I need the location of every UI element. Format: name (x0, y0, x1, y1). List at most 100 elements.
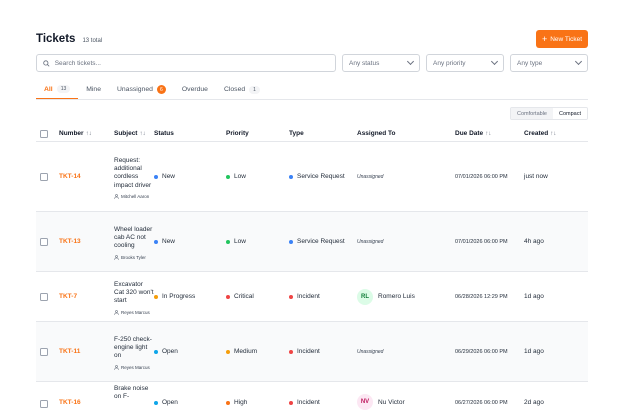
column-header-number[interactable]: Number ↑↓ (59, 130, 114, 137)
priority-filter[interactable]: Any priority (426, 54, 504, 72)
table-header-row: Number ↑↓ Subject ↑↓ Status Priority Type … (36, 126, 588, 142)
created-time: 2d ago (524, 399, 544, 406)
column-header-assigned: Assigned To (357, 130, 455, 137)
due-date: 07/01/2026 06:00 PM (455, 239, 508, 245)
ticket-subject: Request: additional cordless impact driv… (114, 156, 152, 189)
priority-dot (226, 349, 230, 354)
requester-name: Brooks Tyler (121, 254, 146, 260)
column-header-label: Priority (226, 130, 249, 137)
priority-badge: Critical (226, 293, 289, 300)
tab-closed[interactable]: Closed 1 (216, 80, 268, 99)
density-comfortable-button[interactable]: Comfortable (511, 108, 553, 119)
row-checkbox[interactable] (40, 347, 48, 356)
row-checkbox[interactable] (40, 400, 48, 408)
priority-filter-value: Any priority (433, 59, 466, 67)
created-time: 1d ago (524, 293, 544, 300)
status-dot (154, 349, 158, 354)
priority-badge: Medium (226, 348, 289, 355)
table-row[interactable]: TKT-14 Request: additional cordless impa… (36, 142, 588, 212)
ticket-requester: Reyes Marcus (114, 365, 154, 371)
priority-label: Medium (234, 348, 258, 355)
status-filter[interactable]: Any status (342, 54, 420, 72)
page-title: Tickets (36, 33, 76, 45)
priority-label: High (234, 399, 248, 406)
type-dot (289, 400, 293, 405)
ticket-total: 13 total (82, 38, 103, 44)
type-filter-value: Any type (517, 59, 543, 67)
column-header-type: Type (289, 130, 357, 137)
column-header-subject[interactable]: Subject ↑↓ (114, 130, 154, 137)
user-icon (114, 194, 119, 200)
row-checkbox[interactable] (40, 292, 48, 301)
ticket-number-link[interactable]: TKT-11 (59, 348, 80, 355)
type-badge: Service Request (289, 173, 357, 180)
priority-dot (226, 239, 230, 244)
assignee: Unassigned (357, 349, 384, 355)
column-header-label: Type (289, 130, 304, 137)
status-dot (154, 239, 158, 244)
ticket-number-link[interactable]: TKT-7 (59, 293, 77, 300)
row-checkbox[interactable] (40, 172, 48, 181)
density-compact-button[interactable]: Compact (552, 108, 587, 119)
table-row[interactable]: TKT-7 Excavator Cat 320 won't start Reye… (36, 272, 588, 322)
status-filter-value: Any status (349, 59, 380, 67)
tab-mine[interactable]: Mine (78, 80, 109, 99)
column-header-label: Status (154, 130, 174, 137)
select-all-checkbox[interactable] (40, 129, 48, 138)
tab-overdue[interactable]: Overdue (174, 80, 216, 99)
title-group: Tickets 13 total (36, 33, 102, 45)
page-header: Tickets 13 total + New Ticket (36, 29, 588, 49)
tickets-page: Tickets 13 total + New Ticket Any status… (0, 0, 624, 420)
due-date: 06/27/2026 06:00 PM (455, 400, 508, 406)
user-icon (114, 365, 119, 370)
type-dot (289, 294, 293, 299)
created-time: 4h ago (524, 238, 544, 245)
status-dot (154, 294, 158, 299)
priority-badge: High (226, 399, 289, 406)
ticket-number-link[interactable]: TKT-13 (59, 238, 81, 245)
tab-count-badge: 1 (249, 85, 260, 94)
ticket-subject: F-250 check-engine light on (114, 335, 152, 360)
search-icon (43, 59, 50, 67)
tab-all[interactable]: All 13 (36, 80, 79, 99)
status-label: New (162, 238, 176, 245)
due-date: 06/28/2026 12:29 PM (455, 294, 508, 300)
table-row[interactable]: TKT-11 F-250 check-engine light on Reyes… (36, 322, 588, 382)
priority-label: Low (234, 173, 246, 180)
tab-count-badge: 13 (56, 85, 71, 93)
plus-icon: + (541, 33, 548, 44)
sort-icon: ↑↓ (85, 131, 92, 137)
type-dot (289, 349, 293, 354)
new-ticket-button[interactable]: + New Ticket (536, 30, 588, 48)
status-label: In Progress (162, 293, 196, 300)
ticket-number-link[interactable]: TKT-16 (59, 399, 81, 406)
type-label: Incident (297, 399, 320, 406)
type-dot (289, 174, 293, 179)
search-input[interactable] (54, 59, 329, 67)
status-label: New (162, 173, 176, 180)
tab-unassigned[interactable]: Unassigned 6 (109, 80, 174, 99)
priority-badge: Low (226, 173, 289, 180)
ticket-subject: Wheel loader cab AC not cooling (114, 225, 153, 250)
chevron-down-icon (406, 57, 415, 66)
status-badge: Open (154, 399, 226, 406)
created-time: 1d ago (524, 348, 544, 355)
assignee: RL Romero Luis (357, 288, 455, 305)
row-checkbox[interactable] (40, 237, 48, 246)
table-row[interactable]: TKT-13 Wheel loader cab AC not cooling B… (36, 212, 588, 272)
assignee-name: Romero Luis (378, 293, 415, 300)
type-filter[interactable]: Any type (510, 54, 588, 72)
status-label: Open (162, 348, 178, 355)
user-icon (114, 310, 119, 315)
assignee-name: Nu Victor (378, 398, 405, 406)
column-header-label: Assigned To (357, 130, 396, 137)
column-header-created[interactable]: Created ↑↓ (524, 130, 584, 137)
ticket-number-link[interactable]: TKT-14 (59, 173, 81, 180)
status-badge: New (154, 238, 226, 245)
tab-label: Overdue (181, 86, 208, 93)
search-box[interactable] (36, 54, 336, 72)
created-time: just now (524, 173, 548, 180)
sort-icon: ↑↓ (139, 131, 146, 137)
column-header-due[interactable]: Due Date ↑↓ (455, 130, 524, 137)
table-row[interactable]: TKT-16 Brake noise on F- Open High Incid… (36, 382, 588, 420)
